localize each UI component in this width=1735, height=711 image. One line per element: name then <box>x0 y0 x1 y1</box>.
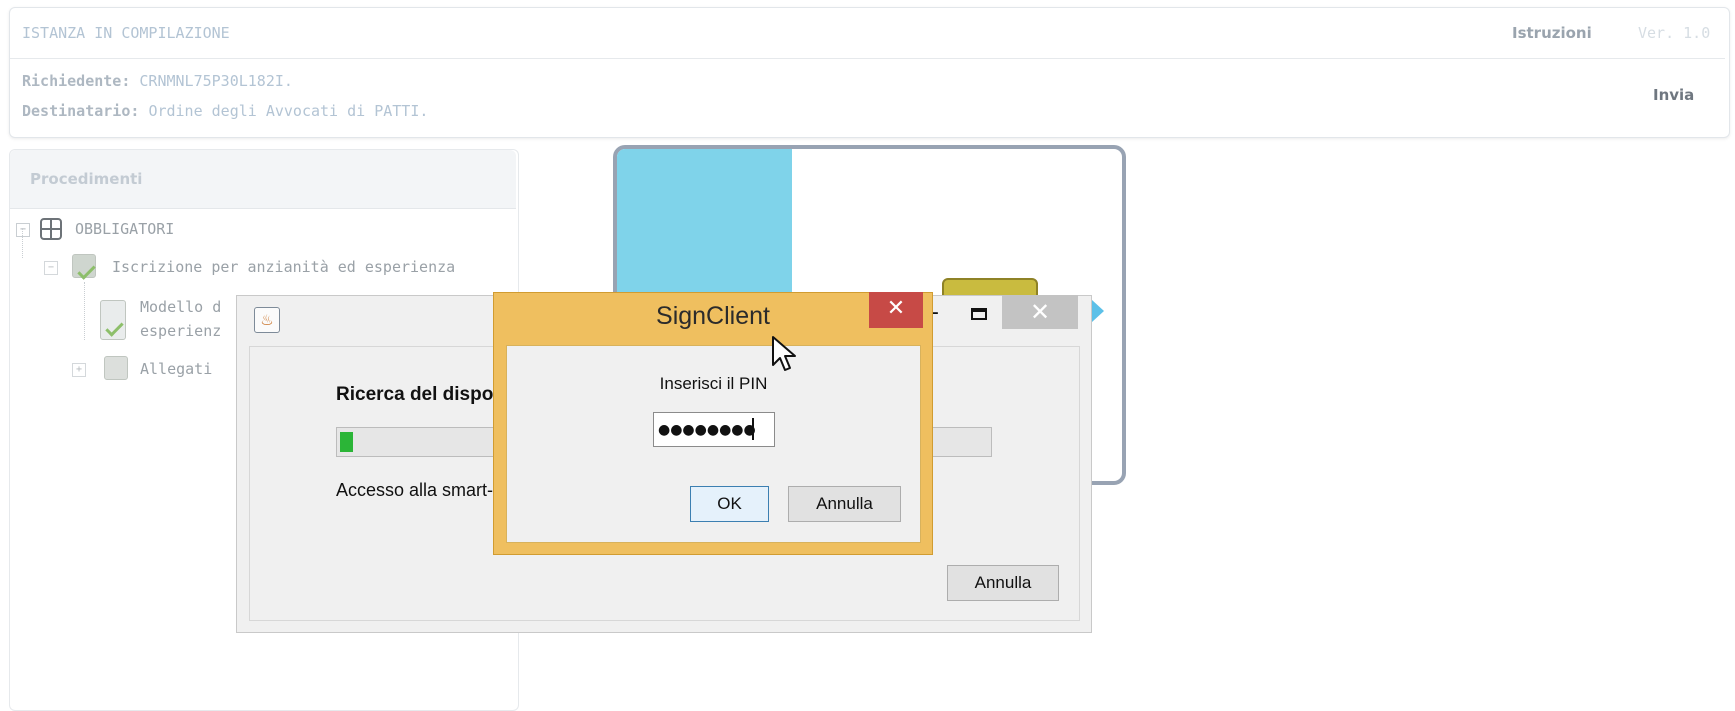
progress-fill <box>340 432 353 452</box>
tree-label: OBBLIGATORI <box>75 220 175 238</box>
recipient-label: Destinatario: <box>22 102 140 120</box>
document-check-icon <box>100 300 126 340</box>
collapse-icon[interactable]: − <box>44 261 58 275</box>
requester-row: Richiedente: CRNMNL75P30L182I. <box>22 72 293 90</box>
close-button[interactable]: ✕ <box>1002 295 1078 329</box>
tree-label: Allegati <box>140 360 213 378</box>
arrow-right-icon <box>1092 300 1104 322</box>
version-label: Ver. 1.0 <box>1638 24 1711 42</box>
page-title: ISTANZA IN COMPILAZIONE <box>22 24 230 42</box>
header-divider <box>10 58 1725 59</box>
mouse-cursor-icon <box>772 336 796 371</box>
document-check-icon <box>72 254 96 280</box>
dialog-close-button[interactable]: ✕ <box>869 292 923 328</box>
recipient-row: Destinatario: Ordine degli Avvocati di P… <box>22 102 428 120</box>
tree-label: Iscrizione per anzianità ed esperienza <box>112 258 456 276</box>
requester-value: CRNMNL75P30L182I. <box>139 72 293 90</box>
tree-label-line1: Modello d <box>140 298 222 316</box>
expand-icon[interactable]: + <box>72 363 86 377</box>
maximize-button[interactable] <box>968 300 990 330</box>
search-status-text: Accesso alla smart- <box>336 480 494 500</box>
dialog-title: SignClient <box>656 302 770 330</box>
grid-icon <box>40 218 62 240</box>
folder-icon <box>104 356 128 380</box>
search-cancel-button[interactable]: Annulla <box>947 565 1059 601</box>
maximize-icon <box>971 308 987 320</box>
dialog-cancel-button[interactable]: Annulla <box>788 486 901 522</box>
instructions-link[interactable]: Istruzioni <box>1512 24 1592 42</box>
java-icon: ♨ <box>254 307 280 333</box>
tree-label-line2: esperienz <box>140 322 222 340</box>
ok-button[interactable]: OK <box>690 486 769 522</box>
send-button[interactable]: Invia <box>1653 86 1694 104</box>
requester-label: Richiedente: <box>22 72 131 90</box>
procedures-title: Procedimenti <box>30 170 143 188</box>
pin-label: Inserisci il PIN <box>659 374 768 393</box>
tree-line <box>22 228 24 258</box>
tree-line <box>84 282 86 340</box>
search-title: Ricerca del dispo <box>336 384 494 405</box>
pin-input[interactable] <box>653 412 775 447</box>
recipient-value: Ordine degli Avvocati di PATTI. <box>148 102 429 120</box>
text-caret <box>752 418 754 440</box>
